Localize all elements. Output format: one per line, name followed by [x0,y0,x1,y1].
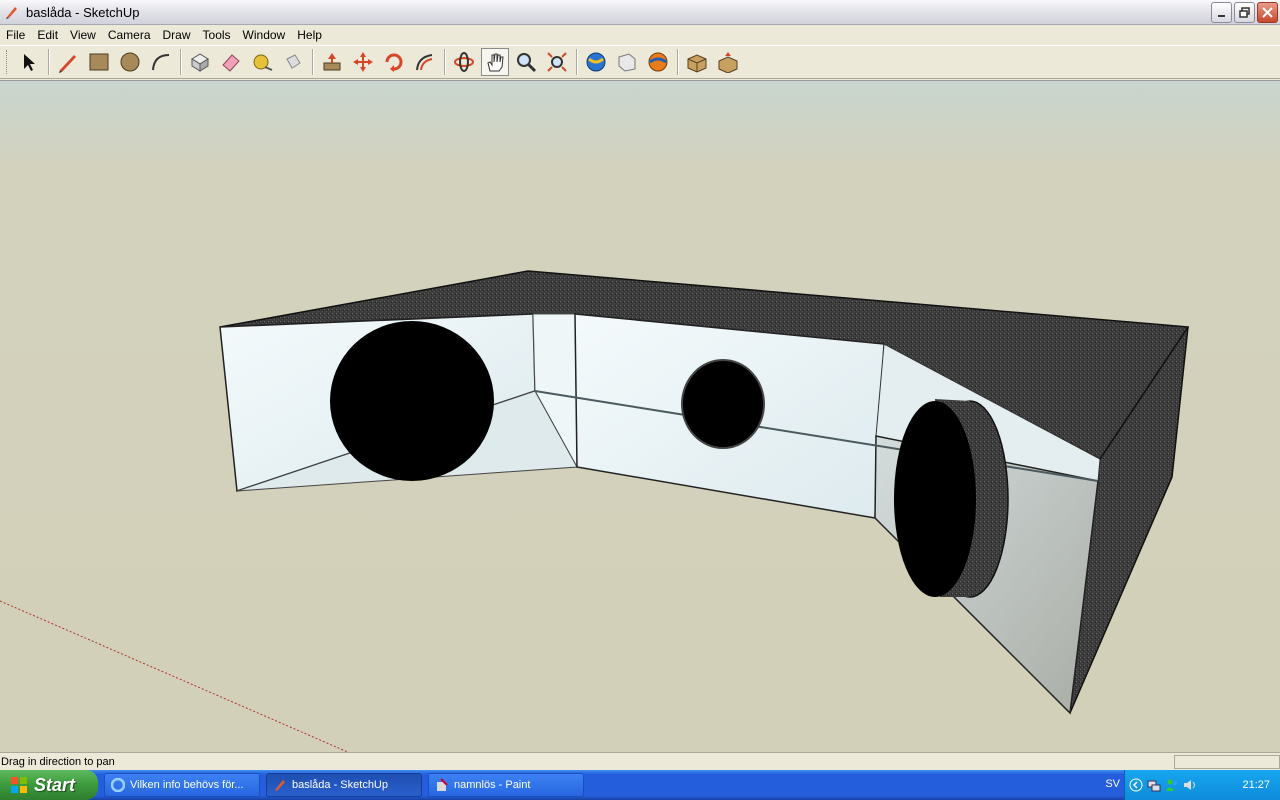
zoom-extents-icon [547,52,567,72]
eraser-icon [222,54,240,72]
ie-icon [111,778,125,792]
close-icon [1262,7,1273,18]
taskbar-item-label: baslåda - SketchUp [292,779,388,791]
orbit-tool[interactable] [450,48,478,76]
status-bar: Drag in direction to pan [0,752,1280,770]
magnifier-icon [517,53,537,73]
taskbar-item-paint[interactable]: namnlös - Paint [428,773,584,797]
system-tray: 21:27 [1124,770,1280,800]
get-components-tool[interactable] [683,48,711,76]
small-port-hole [681,359,765,449]
tape-measure-tool[interactable] [248,48,276,76]
messenger-icon[interactable] [1165,778,1179,792]
get-models-tool[interactable] [582,48,610,76]
sketchup-icon [275,780,285,791]
share-icon [618,53,636,72]
main-toolbar [0,45,1280,79]
start-label: Start [34,774,76,795]
restore-button[interactable] [1234,2,1255,23]
taskbar-item-browser[interactable]: Vilken info behövs för... [104,773,260,797]
windows-logo-icon [11,777,27,793]
taskbar-item-label: namnlös - Paint [454,779,531,791]
menu-help[interactable]: Help [291,25,328,45]
tray-expand-icon[interactable] [1129,778,1143,792]
network-icon[interactable] [1147,778,1161,792]
toolbar-separator [180,49,182,75]
menu-camera[interactable]: Camera [102,25,157,45]
pencil-icon [59,55,76,73]
circle-icon [120,52,140,72]
window-title: baslåda - SketchUp [26,4,140,20]
make-component-tool[interactable] [186,48,214,76]
menu-view[interactable]: View [64,25,102,45]
minimize-button[interactable] [1211,2,1232,23]
status-message: Drag in direction to pan [1,755,115,768]
toolbar-separator [444,49,446,75]
push-pull-icon [323,53,341,71]
share-model-tool[interactable] [613,48,641,76]
rotate-icon [385,53,403,72]
move-icon [353,52,373,72]
pencil-tool[interactable] [54,48,82,76]
toolbar-grip[interactable] [6,50,9,74]
toolbar-separator [576,49,578,75]
language-indicator[interactable]: SV [1105,778,1120,790]
model-canvas[interactable] [0,81,1280,752]
title-bar: baslåda - SketchUp [0,0,1280,25]
volume-icon[interactable] [1183,778,1197,792]
measurements-box[interactable] [1174,755,1280,769]
zoom-extents-tool[interactable] [543,48,571,76]
offset-icon [416,54,433,71]
large-port-hole [330,321,494,481]
menu-draw[interactable]: Draw [157,25,197,45]
restore-icon [1238,6,1250,18]
menu-tools[interactable]: Tools [197,25,237,45]
push-pull-tool[interactable] [318,48,346,76]
rotate-tool[interactable] [380,48,408,76]
paint-bucket-tool[interactable] [279,48,307,76]
paint-icon [437,778,448,791]
close-button[interactable] [1257,2,1278,23]
arc-icon [152,54,170,71]
cylinder-port-hole [894,401,976,597]
drawing-viewport[interactable] [0,80,1280,752]
components-box-icon [687,54,707,73]
hand-icon [487,53,504,72]
globe-icon [586,52,606,72]
taskbar-item-label: Vilken info behövs för... [130,779,244,791]
share-components-icon [718,52,738,73]
menu-file[interactable]: File [0,25,31,45]
orbit-icon [454,52,474,72]
eraser-tool[interactable] [217,48,245,76]
sketchup-app-icon[interactable] [4,4,20,20]
rectangle-tool[interactable] [85,48,113,76]
toolbar-separator [312,49,314,75]
clock[interactable]: 21:27 [1242,779,1270,791]
rectangle-icon [89,53,109,71]
windows-taskbar: Start Vilken info behövs för... baslåda … [0,770,1280,800]
start-button[interactable]: Start [0,770,98,800]
select-tool[interactable] [15,48,43,76]
share-component-tool[interactable] [714,48,742,76]
menu-bar: File Edit View Camera Draw Tools Window … [0,25,1280,45]
menu-window[interactable]: Window [237,25,292,45]
red-axis-line [0,600,349,752]
arc-tool[interactable] [147,48,175,76]
offset-tool[interactable] [411,48,439,76]
move-tool[interactable] [349,48,377,76]
taskbar-item-sketchup[interactable]: baslåda - SketchUp [266,773,422,797]
paint-bucket-icon [286,54,301,69]
circle-tool[interactable] [116,48,144,76]
minimize-icon [1217,14,1225,17]
arrow-icon [24,54,35,71]
pan-tool[interactable] [481,48,509,76]
google-earth-tool[interactable] [644,48,672,76]
component-icon [191,53,209,72]
menu-edit[interactable]: Edit [31,25,64,45]
zoom-tool[interactable] [512,48,540,76]
toolbar-separator [48,49,50,75]
toolbar-separator [677,49,679,75]
earth-icon [648,52,668,72]
tape-measure-icon [253,54,273,71]
